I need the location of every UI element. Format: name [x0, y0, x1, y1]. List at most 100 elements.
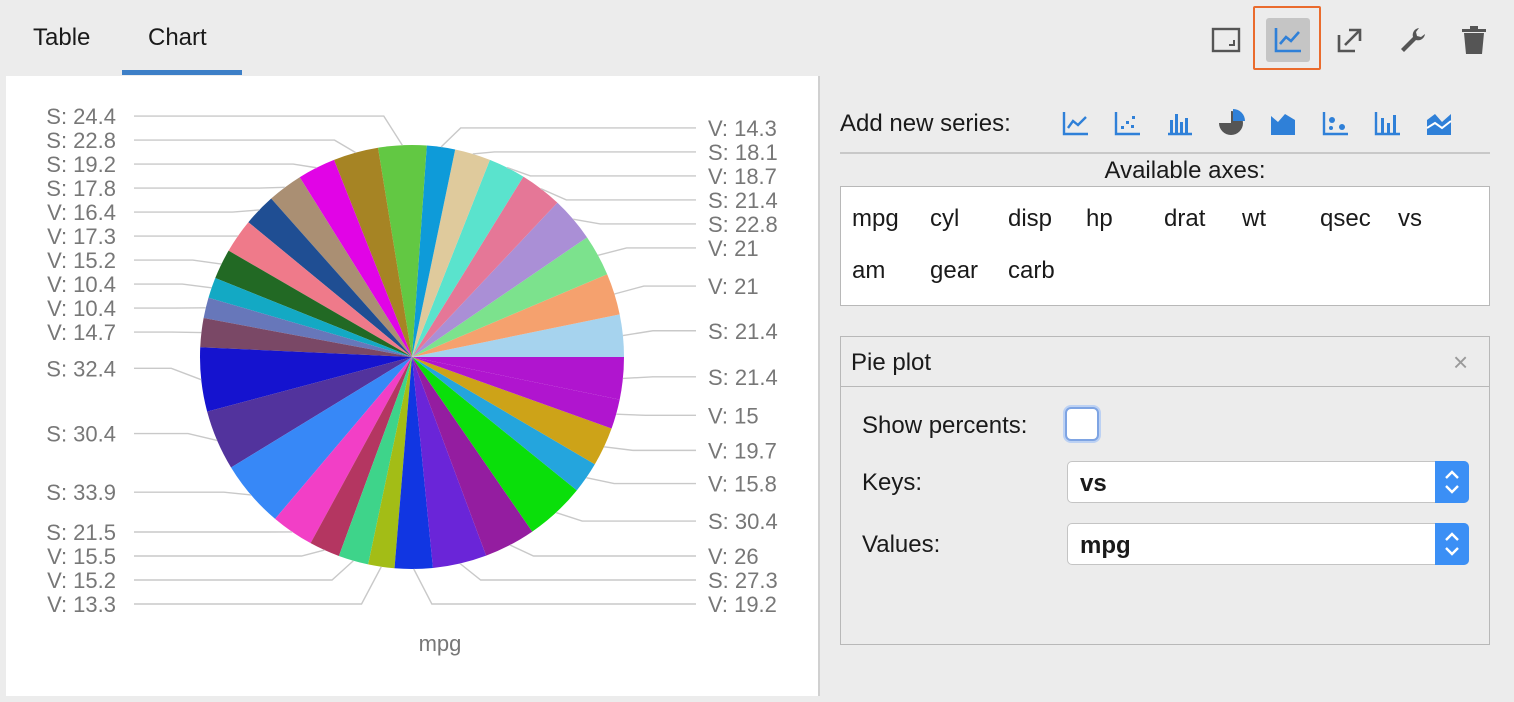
axis-am[interactable]: am — [852, 257, 885, 285]
pie-plot-panel: Pie plot × Show percents: Keys: vs Value… — [840, 336, 1490, 645]
label-leader-line — [134, 139, 357, 154]
chart-x-label: mpg — [419, 631, 462, 656]
slice-label: S: 30.4 — [708, 509, 778, 534]
label-leader-line — [540, 188, 696, 201]
label-leader-line — [134, 283, 212, 289]
label-leader-line — [134, 549, 325, 557]
slice-label: S: 30.4 — [46, 422, 116, 447]
tab-table[interactable]: Table — [33, 24, 90, 52]
label-leader-line — [134, 491, 252, 496]
slice-label: S: 21.5 — [46, 520, 116, 545]
slice-label: S: 17.8 — [46, 176, 116, 201]
axis-disp[interactable]: disp — [1008, 205, 1052, 233]
add-pie-series-icon[interactable] — [1216, 108, 1246, 138]
add-grouped-bar-series-icon[interactable] — [1372, 108, 1402, 138]
panel-divider[interactable] — [818, 76, 820, 696]
add-scatter-series-icon[interactable] — [1112, 108, 1142, 138]
slice-label: V: 14.7 — [47, 320, 116, 345]
label-leader-line — [134, 259, 222, 265]
show-percents-checkbox[interactable] — [1065, 407, 1099, 441]
label-leader-line — [134, 566, 382, 605]
axis-gear[interactable]: gear — [930, 257, 978, 285]
slice-label: S: 19.2 — [46, 152, 116, 177]
slice-label: S: 33.9 — [46, 480, 116, 505]
label-leader-line — [134, 209, 260, 213]
slice-label: S: 32.4 — [46, 356, 116, 381]
available-axes-title: Available axes: — [1104, 157, 1266, 184]
label-leader-line — [509, 544, 696, 557]
pie-chart: V: 14.3S: 18.1V: 18.7S: 21.4S: 22.8V: 21… — [46, 104, 778, 656]
slice-label: V: 21 — [708, 236, 759, 261]
label-leader-line — [413, 568, 696, 605]
slice-label: S: 21.4 — [708, 188, 778, 213]
label-leader-line — [506, 166, 696, 177]
slice-label: V: 10.4 — [47, 272, 116, 297]
label-leader-line — [459, 562, 696, 581]
slice-label: V: 17.3 — [47, 224, 116, 249]
axis-carb[interactable]: carb — [1008, 257, 1055, 285]
add-series-label: Add new series: — [840, 110, 1011, 137]
add-bar-series-icon[interactable] — [1164, 108, 1194, 138]
label-leader-line — [134, 186, 286, 189]
axis-qsec[interactable]: qsec — [1320, 205, 1371, 233]
export-icon[interactable] — [1328, 18, 1372, 62]
show-percents-label: Show percents: — [862, 412, 1028, 439]
line-chart-icon[interactable] — [1266, 18, 1310, 62]
axis-drat[interactable]: drat — [1164, 205, 1205, 233]
add-stacked-area-series-icon[interactable] — [1424, 108, 1454, 138]
slice-label: S: 21.4 — [708, 365, 778, 390]
slice-label: V: 15.2 — [47, 568, 116, 593]
label-leader-line — [614, 285, 696, 295]
slice-label: V: 13.3 — [47, 592, 116, 617]
slice-label: S: 24.4 — [46, 104, 116, 129]
available-axes-box: mpg cyl disp hp drat wt qsec vs am gear … — [840, 186, 1490, 306]
tab-chart[interactable]: Chart — [148, 24, 207, 52]
label-leader-line — [586, 476, 696, 485]
values-select[interactable]: mpg — [1067, 523, 1469, 565]
label-leader-line — [134, 432, 218, 442]
slice-label: V: 26 — [708, 544, 759, 569]
slice-label: V: 19.7 — [708, 438, 777, 463]
label-leader-line — [134, 367, 202, 381]
axis-cyl[interactable]: cyl — [930, 205, 959, 233]
slice-label: V: 15 — [708, 403, 759, 428]
label-leader-line — [472, 151, 696, 155]
axis-hp[interactable]: hp — [1086, 205, 1113, 233]
label-leader-line — [555, 511, 696, 522]
keys-label: Keys: — [862, 469, 923, 496]
active-tab-indicator — [122, 70, 242, 75]
label-leader-line — [134, 560, 354, 581]
pie-plot-title: Pie plot — [851, 349, 932, 376]
label-leader-line — [616, 413, 696, 417]
slice-label: V: 15.8 — [708, 472, 777, 497]
close-icon[interactable]: × — [1453, 347, 1468, 378]
label-leader-line — [440, 127, 696, 148]
slice-label: V: 14.3 — [708, 116, 777, 141]
slice-label: V: 18.7 — [708, 164, 777, 189]
axis-vs[interactable]: vs — [1398, 205, 1422, 233]
chart-panel: V: 14.3 S: 18.1 V: 18.7 S: 21.4 S: 22.8 V: 21… — [6, 76, 818, 696]
slice-label: S: 18.1 — [708, 140, 778, 165]
fit-frame-icon[interactable] — [1204, 18, 1248, 62]
values-label: Values: — [862, 531, 941, 558]
add-area-series-icon[interactable] — [1268, 108, 1298, 138]
label-leader-line — [603, 446, 696, 452]
label-leader-line — [622, 376, 696, 380]
label-leader-line — [572, 218, 696, 225]
slice-label: V: 19.2 — [708, 592, 777, 617]
axis-wt[interactable]: wt — [1242, 205, 1266, 233]
wrench-icon[interactable] — [1390, 18, 1434, 62]
slice-label: S: 22.8 — [46, 128, 116, 153]
label-leader-line — [134, 115, 403, 146]
slice-label: V: 16.4 — [47, 200, 116, 225]
label-leader-line — [597, 247, 696, 256]
keys-select[interactable]: vs — [1067, 461, 1469, 503]
axis-mpg[interactable]: mpg — [852, 205, 899, 233]
add-line-series-icon[interactable] — [1060, 108, 1090, 138]
values-select-arrows-icon — [1435, 523, 1469, 565]
label-leader-line — [622, 330, 696, 337]
label-leader-line — [134, 163, 317, 169]
add-bubble-series-icon[interactable] — [1320, 108, 1350, 138]
trash-icon[interactable] — [1452, 18, 1496, 62]
values-select-value: mpg — [1080, 532, 1131, 559]
